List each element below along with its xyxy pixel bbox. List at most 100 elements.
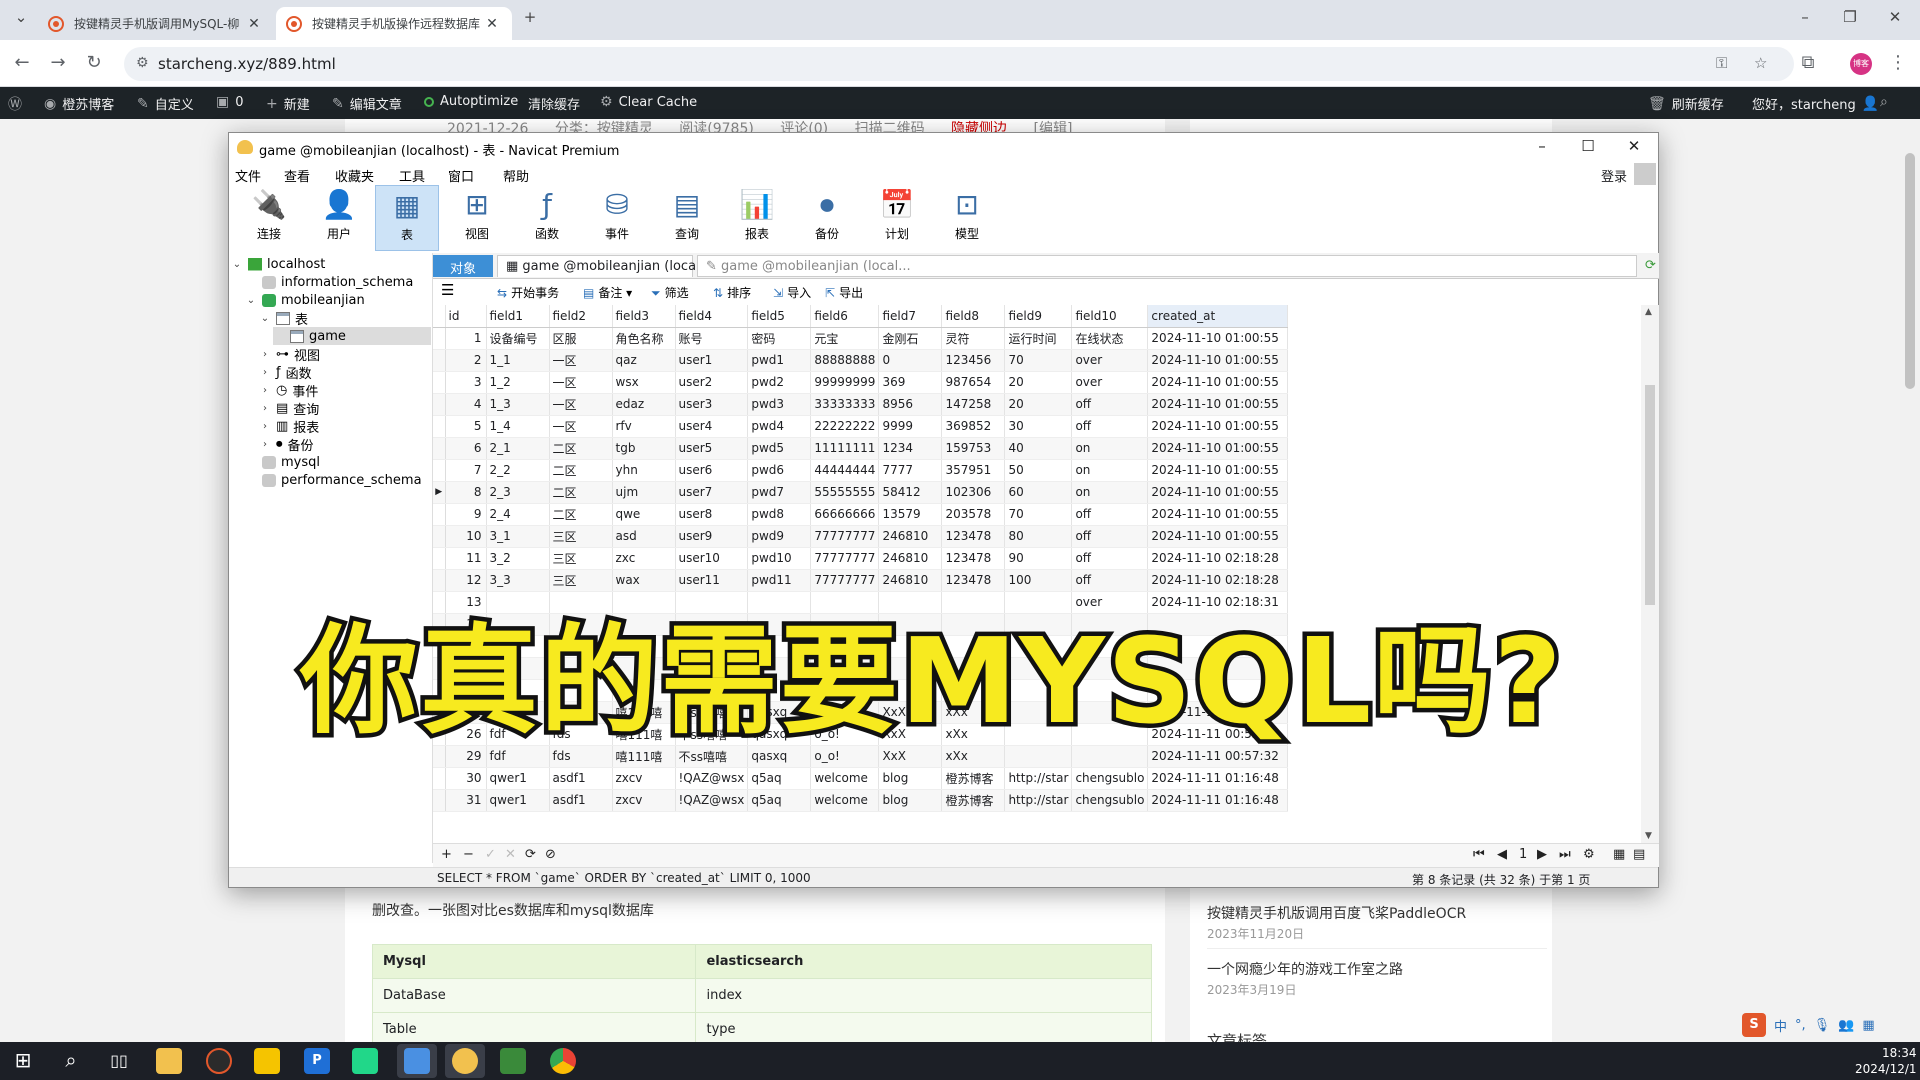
tree-node-performance-schema[interactable]: performance_schema [245,471,422,489]
reload-icon[interactable]: ↻ [82,52,106,73]
row-marker[interactable] [433,459,446,482]
toolbar-schedule-button[interactable]: 📅 计划 [865,185,929,251]
grid-cell[interactable]: tgb [612,437,676,460]
grid-cell[interactable]: pwd6 [747,459,812,482]
url-omnibox[interactable]: ⚙ starcheng.xyz/889.html ⚿ ☆ [124,47,1794,81]
grid-cell[interactable]: qwer1 [486,767,550,790]
grid-cell[interactable]: 一区 [549,349,613,372]
pycharm-icon[interactable] [352,1048,378,1074]
grid-cell[interactable]: on [1071,481,1149,504]
row-marker[interactable] [433,393,446,416]
grid-cell[interactable]: 2_4 [486,503,550,526]
grid-cell[interactable]: 2024-11-10 01:00:55 [1147,349,1289,372]
scrollbar-thumb[interactable] [1905,153,1915,389]
grid-cell[interactable]: 2024-11-10 01:00:55 [1147,459,1289,482]
restore-icon[interactable]: ❐ [1835,8,1865,26]
grid-cell[interactable]: 在线状态 [1071,327,1149,350]
grid-cell[interactable]: 20 [1004,393,1073,416]
grid-cell[interactable]: 3_1 [486,525,550,548]
grid-cell[interactable]: pwd7 [747,481,812,504]
stop-icon[interactable]: ⊘ [545,847,556,862]
menu-view[interactable]: 查看 [284,166,310,185]
grid-cell[interactable]: pwd4 [747,415,812,438]
grid-cell[interactable]: user5 [675,437,749,460]
tree-node-tables[interactable]: ⌄ 表 [259,309,308,328]
grid-cell[interactable]: 2024-11-11 01:16:48 [1147,789,1289,812]
menu-file[interactable]: 文件 [235,166,261,185]
grid-cell[interactable]: 60 [1004,481,1073,504]
column-header-field5[interactable]: field5 [747,305,812,328]
new-tab-icon[interactable]: + [515,8,545,26]
grid-cell[interactable]: 203578 [941,503,1006,526]
browser-tab-2[interactable]: 按键精灵手机版操作远程数据库 ✕ [276,7,512,40]
grid-cell[interactable]: user4 [675,415,749,438]
grid-cell[interactable]: 123478 [941,547,1006,570]
tab-objects[interactable]: 对象 [433,255,493,277]
tree-node-game[interactable]: game [273,327,431,345]
grid-cell[interactable]: user9 [675,525,749,548]
minimize-icon[interactable]: – [1519,137,1565,155]
delete-record-icon[interactable]: − [463,847,474,862]
grid-cell[interactable]: 246810 [878,525,943,548]
refresh-cache-link[interactable]: 🗑 刷新缓存 [1648,94,1724,114]
first-page-icon[interactable]: ⏮ [1473,847,1485,862]
grid-cell[interactable]: off [1071,503,1149,526]
windows-start-icon[interactable]: ⊞ [10,1048,36,1074]
grid-cell[interactable]: blog [878,767,943,790]
grid-cell[interactable]: 90 [1004,547,1073,570]
grid-cell[interactable]: 88888888 [810,349,880,372]
grid-cell[interactable]: 369 [878,371,943,394]
row-marker[interactable] [433,371,446,394]
grid-cell[interactable]: 102306 [941,481,1006,504]
table-row[interactable]: 6 2_1 二区 tgb user5 pwd5 11111111 1234 159753 40 on… [433,437,1289,460]
grid-cell[interactable]: 77777777 [810,547,880,570]
grid-cell[interactable]: 369852 [941,415,1006,438]
toolbar-user-button[interactable]: 👤 用户 [307,185,371,251]
table-row[interactable]: 7 2_2 二区 yhn user6 pwd6 44444444 7777 357951 50 on… [433,459,1289,482]
grid-cell[interactable]: 2024-11-10 01:00:55 [1147,437,1289,460]
grid-cell[interactable]: 一区 [549,371,613,394]
clear-cache-cn-link[interactable]: 清除缓存 [528,94,580,113]
grid-cell[interactable]: 33333333 [810,393,880,416]
navicat-taskbar-icon[interactable] [452,1048,478,1074]
grid-cell[interactable]: 99999999 [810,371,880,394]
grid-cell[interactable]: q5aq [747,789,812,812]
grid-cell[interactable]: chengsublo [1071,789,1149,812]
comments-link[interactable]: ▣ 0 [216,94,244,110]
grid-cell[interactable]: user8 [675,503,749,526]
grid-cell[interactable]: 灵符 [941,327,1006,350]
grid-cell[interactable]: 987654 [941,371,1006,394]
file-explorer-icon[interactable] [156,1048,182,1074]
chevron-right-icon[interactable]: › [259,421,271,432]
tree-node-functions[interactable]: › ƒ 函数 [259,363,312,382]
grid-cell[interactable]: 5 [445,415,487,438]
grid-cell[interactable]: 357951 [941,459,1006,482]
toolbar-query-button[interactable]: ▤ 查询 [655,185,719,251]
grid-cell[interactable]: 31 [445,789,487,812]
table-row[interactable]: 10 3_1 三区 asd user9 pwd9 77777777 246810 123478 8… [433,525,1289,548]
grid-cell[interactable]: 三区 [549,525,613,548]
grid-cell[interactable]: 147258 [941,393,1006,416]
grid-cell[interactable]: 2024-11-10 02:18:28 [1147,547,1289,570]
app-yellow-icon[interactable] [254,1048,280,1074]
grid-view-icon[interactable]: ▦ [1613,847,1625,862]
row-marker[interactable] [433,415,446,438]
grid-cell[interactable]: 1_2 [486,371,550,394]
tree-node-mobileanjian[interactable]: ⌄ mobileanjian [245,291,365,309]
profile-avatar[interactable]: 博客 [1850,53,1872,75]
grid-cell[interactable]: ujm [612,481,676,504]
column-header-field8[interactable]: field8 [941,305,1006,328]
tree-node-events[interactable]: › ◷ 事件 [259,381,318,400]
grid-cell[interactable]: 70 [1004,503,1073,526]
grid-cell[interactable]: qwe [612,503,676,526]
grid-cell[interactable]: on [1071,437,1149,460]
grid-cell[interactable]: 金刚石 [878,327,943,350]
grid-cell[interactable]: 密码 [747,327,812,350]
row-marker[interactable] [433,525,446,548]
toolbar-model-button[interactable]: ⊡ 模型 [935,185,999,251]
grid-cell[interactable]: 2024-11-10 01:00:55 [1147,481,1289,504]
grid-cell[interactable]: off [1071,547,1149,570]
chevron-right-icon[interactable]: › [259,349,271,360]
menu-kebab-icon[interactable]: ⋮ [1886,52,1910,73]
last-page-icon[interactable]: ⏭ [1559,847,1571,862]
